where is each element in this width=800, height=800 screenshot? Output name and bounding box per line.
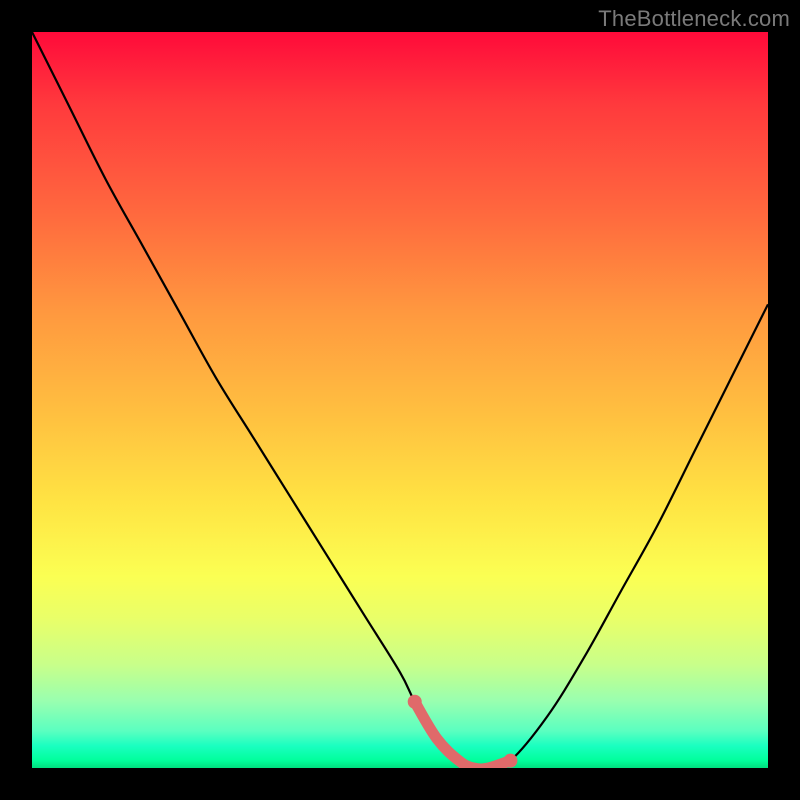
bottleneck-curve [32, 32, 768, 768]
gradient-plot-area [32, 32, 768, 768]
curve-layer [32, 32, 768, 768]
chart-frame: TheBottleneck.com [0, 0, 800, 800]
highlight-endpoint-dot [408, 695, 422, 709]
optimal-zone-highlight [415, 702, 511, 768]
watermark-text: TheBottleneck.com [598, 6, 790, 32]
highlight-endpoint-dot [503, 754, 517, 768]
